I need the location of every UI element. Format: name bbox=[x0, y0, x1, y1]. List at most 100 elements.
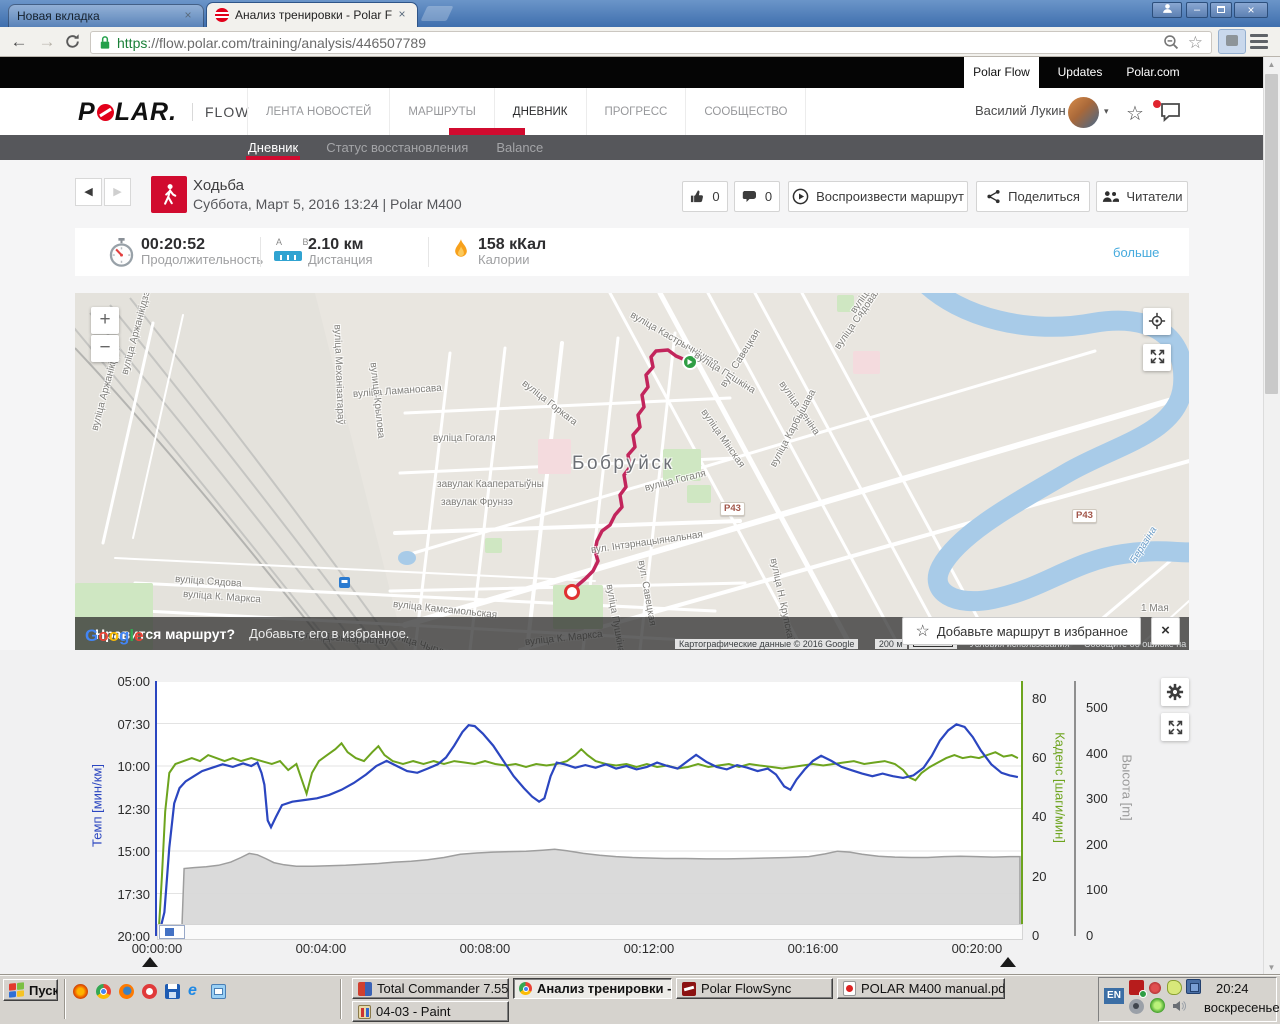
forward-button[interactable]: → bbox=[34, 29, 60, 55]
taskbar-button-pdf[interactable]: POLAR M400 manual.pdf... bbox=[837, 978, 1005, 999]
quicklaunch-downloadmaster-icon[interactable] bbox=[73, 984, 88, 999]
maximize-button[interactable] bbox=[1210, 2, 1232, 18]
star-icon: ☆ bbox=[915, 621, 929, 641]
taskbar-button-paint[interactable]: 04-03 - Paint bbox=[352, 1001, 509, 1022]
tick-label: 00:08:00 bbox=[445, 941, 525, 956]
prev-session-button[interactable]: ◀ bbox=[75, 178, 102, 206]
quicklaunch-chrome-icon[interactable] bbox=[96, 984, 111, 999]
tab-new-tab[interactable]: Новая вкладка × bbox=[8, 4, 204, 27]
nav-feed[interactable]: ЛЕНТА НОВОСТЕЙ bbox=[247, 88, 390, 135]
tab-polar-flow[interactable]: Polar Flow bbox=[964, 57, 1039, 88]
scroll-up-icon[interactable]: ▲ bbox=[1263, 57, 1280, 72]
close-window-button[interactable]: × bbox=[1234, 2, 1268, 18]
range-right-marker[interactable] bbox=[1000, 957, 1016, 967]
quicklaunch-opera-icon[interactable] bbox=[142, 984, 157, 999]
taskbar-button-analysis[interactable]: Анализ тренировки - ... bbox=[513, 978, 672, 999]
close-tab-icon[interactable]: × bbox=[181, 9, 195, 23]
tray-clock[interactable]: 20:24 bbox=[1216, 981, 1249, 996]
quicklaunch-save-icon[interactable] bbox=[165, 984, 180, 999]
back-button[interactable]: ← bbox=[6, 29, 32, 55]
google-logo: Google bbox=[85, 626, 144, 646]
taskbar-button-flowsync[interactable]: Polar FlowSync bbox=[676, 978, 833, 999]
user-name[interactable]: Василий Лукин bbox=[975, 103, 1066, 118]
range-left-marker[interactable] bbox=[142, 957, 158, 967]
comment-button[interactable]: 0 bbox=[734, 181, 780, 212]
favorite-prompt-text: Добавьте его в избранное. bbox=[249, 626, 409, 641]
tray-flowsync-icon[interactable] bbox=[1129, 980, 1144, 995]
start-button[interactable]: Пуск bbox=[3, 979, 58, 1001]
profile-button[interactable] bbox=[1152, 2, 1182, 18]
flow-wordmark: FLOW bbox=[192, 103, 249, 121]
extension-button[interactable] bbox=[1218, 29, 1246, 54]
fullscreen-icon bbox=[1149, 348, 1166, 365]
tab-polar-com[interactable]: Polar.com bbox=[1118, 57, 1188, 88]
calories-label: Калории bbox=[478, 252, 530, 267]
next-session-button[interactable]: ▶ bbox=[104, 178, 131, 206]
followers-button[interactable]: Читатели bbox=[1096, 181, 1188, 212]
chart-fullscreen-button[interactable] bbox=[1161, 713, 1189, 741]
nav-community[interactable]: СООБЩЕСТВО bbox=[686, 88, 806, 135]
paint-icon bbox=[358, 1005, 371, 1019]
route-map[interactable]: Бобруйсквуліца Аржанікідзэвуліца Аржанік… bbox=[75, 293, 1189, 650]
nav-progress[interactable]: ПРОГРЕСС bbox=[587, 88, 687, 135]
scroll-down-icon[interactable]: ▼ bbox=[1263, 960, 1280, 975]
share-button[interactable]: Поделиться bbox=[976, 181, 1090, 212]
map-fullscreen-button[interactable] bbox=[1143, 344, 1171, 371]
like-button[interactable]: 0 bbox=[682, 181, 728, 212]
tick-label: 00:00:00 bbox=[117, 941, 197, 956]
tray-day[interactable]: воскресенье bbox=[1204, 1000, 1280, 1015]
sport-title: Ходьба bbox=[193, 177, 244, 194]
duration-label: Продолжительность bbox=[141, 252, 263, 267]
tray-update-icon[interactable] bbox=[1149, 982, 1161, 994]
divider bbox=[260, 237, 261, 267]
user-caret-icon[interactable]: ▾ bbox=[1104, 106, 1109, 117]
pace-axis bbox=[155, 681, 157, 936]
minimize-button[interactable]: – bbox=[1186, 2, 1208, 18]
quicklaunch-mail-icon[interactable] bbox=[211, 984, 226, 999]
tab-analysis[interactable]: Анализ тренировки - Polar F × bbox=[206, 2, 418, 27]
scrollbar-thumb[interactable] bbox=[1265, 74, 1278, 394]
bookmark-star-icon[interactable]: ☆ bbox=[1188, 33, 1203, 53]
replay-route-button[interactable]: Воспроизвести маршрут bbox=[788, 181, 968, 212]
reload-button[interactable] bbox=[64, 33, 81, 55]
quicklaunch-firefox-icon[interactable] bbox=[119, 984, 134, 999]
replay-label: Воспроизвести маршрут bbox=[816, 189, 964, 204]
tray-volume-icon[interactable] bbox=[1172, 999, 1187, 1014]
range-selector-track[interactable] bbox=[157, 924, 1023, 940]
tray-webcam-icon[interactable] bbox=[1129, 999, 1144, 1014]
chart-plot[interactable] bbox=[157, 681, 1022, 936]
tray-antivirus-icon[interactable] bbox=[1167, 980, 1182, 995]
taskbar-button-totalcommander[interactable]: Total Commander 7.55 r... bbox=[352, 978, 509, 999]
dismiss-favorite-button[interactable]: × bbox=[1151, 617, 1180, 645]
messages-button[interactable] bbox=[1158, 102, 1182, 127]
tick-label: 00:04:00 bbox=[281, 941, 361, 956]
map-zoom-in-button[interactable]: + bbox=[91, 307, 119, 334]
range-selector-handle[interactable] bbox=[159, 925, 185, 939]
tray-network-icon[interactable] bbox=[1186, 979, 1201, 994]
map-locate-button[interactable] bbox=[1143, 308, 1171, 335]
favorites-star-icon[interactable]: ☆ bbox=[1126, 101, 1144, 126]
add-route-favorite-button[interactable]: ☆ Добавьте маршрут в избранное bbox=[902, 617, 1141, 645]
subnav-recovery[interactable]: Статус восстановления bbox=[326, 140, 468, 155]
close-tab-icon[interactable]: × bbox=[395, 8, 409, 22]
extension-icon bbox=[1226, 35, 1238, 46]
quicklaunch-ie-icon[interactable]: e bbox=[188, 982, 204, 998]
cadence-ticks: 020406080 bbox=[1032, 681, 1068, 936]
tab-updates[interactable]: Updates bbox=[1048, 57, 1112, 88]
map-zoom-out-button[interactable]: − bbox=[91, 335, 119, 362]
zoom-page-icon[interactable] bbox=[1163, 34, 1180, 51]
subnav-balance[interactable]: Balance bbox=[496, 140, 543, 155]
road-badge: Р43 bbox=[720, 502, 745, 516]
more-link[interactable]: больше bbox=[1113, 245, 1159, 260]
pace-ticks: 05:0007:3010:0012:3015:0017:3020:00 bbox=[75, 681, 150, 936]
language-indicator[interactable]: EN bbox=[1104, 988, 1124, 1004]
avatar[interactable] bbox=[1068, 97, 1099, 128]
chrome-menu-icon[interactable] bbox=[1250, 34, 1268, 50]
subnav-diary[interactable]: Дневник bbox=[248, 140, 298, 155]
url-bar[interactable]: https://flow.polar.com/training/analysis… bbox=[90, 31, 1212, 54]
tick-label: 80 bbox=[1032, 691, 1046, 706]
tray-nod32-icon[interactable] bbox=[1150, 998, 1165, 1013]
polar-logo[interactable]: PLAR. bbox=[78, 98, 177, 127]
chart-settings-button[interactable] bbox=[1161, 678, 1189, 706]
tick-label: 40 bbox=[1032, 809, 1046, 824]
